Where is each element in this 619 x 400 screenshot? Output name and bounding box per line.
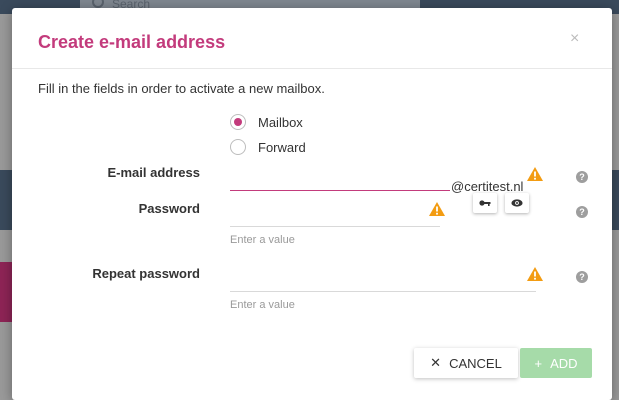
email-label: E-mail address xyxy=(107,165,201,180)
eye-icon xyxy=(511,199,523,207)
dialog-title: Create e-mail address xyxy=(38,32,226,52)
add-button[interactable]: + ADD xyxy=(520,348,592,378)
radio-label-mailbox: Mailbox xyxy=(258,114,303,130)
plus-icon: + xyxy=(534,355,543,371)
password-help-icon[interactable]: ? xyxy=(576,206,588,218)
password-label: Password xyxy=(138,201,200,216)
generate-password-button[interactable] xyxy=(473,193,497,213)
warning-icon xyxy=(527,167,543,181)
header-divider xyxy=(12,68,612,69)
repeat-password-hint: Enter a value xyxy=(230,299,295,311)
repeat-password-field-underline xyxy=(230,291,536,292)
warning-icon xyxy=(429,202,445,216)
password-hint: Enter a value xyxy=(230,234,295,246)
cancel-icon: ✕ xyxy=(430,355,442,370)
show-password-button[interactable] xyxy=(505,193,529,213)
radio-option-mailbox[interactable]: Mailbox xyxy=(230,114,303,130)
repeat-password-label: Repeat password xyxy=(92,266,200,281)
warning-icon xyxy=(527,267,543,281)
cancel-button[interactable]: ✕ CANCEL xyxy=(414,348,518,378)
repeat-password-help-icon[interactable]: ? xyxy=(576,271,588,283)
email-field[interactable] xyxy=(230,166,448,184)
radio-button-forward[interactable] xyxy=(230,139,246,155)
password-field-underline xyxy=(230,226,440,227)
key-icon xyxy=(479,200,491,206)
cancel-button-label: CANCEL xyxy=(449,355,502,371)
password-field[interactable] xyxy=(230,204,430,222)
radio-label-forward: Forward xyxy=(258,139,306,155)
add-button-label: ADD xyxy=(550,355,578,371)
radio-button-mailbox[interactable] xyxy=(230,114,246,130)
close-icon[interactable]: × xyxy=(570,30,579,48)
email-field-underline xyxy=(230,190,450,191)
email-domain-suffix: @certitest.nl xyxy=(451,179,524,194)
email-help-icon[interactable]: ? xyxy=(576,171,588,183)
radio-option-forward[interactable]: Forward xyxy=(230,139,306,155)
create-email-dialog: Create e-mail address × Fill in the fiel… xyxy=(12,8,612,400)
dialog-intro: Fill in the fields in order to activate … xyxy=(38,81,325,96)
repeat-password-field[interactable] xyxy=(230,269,520,287)
